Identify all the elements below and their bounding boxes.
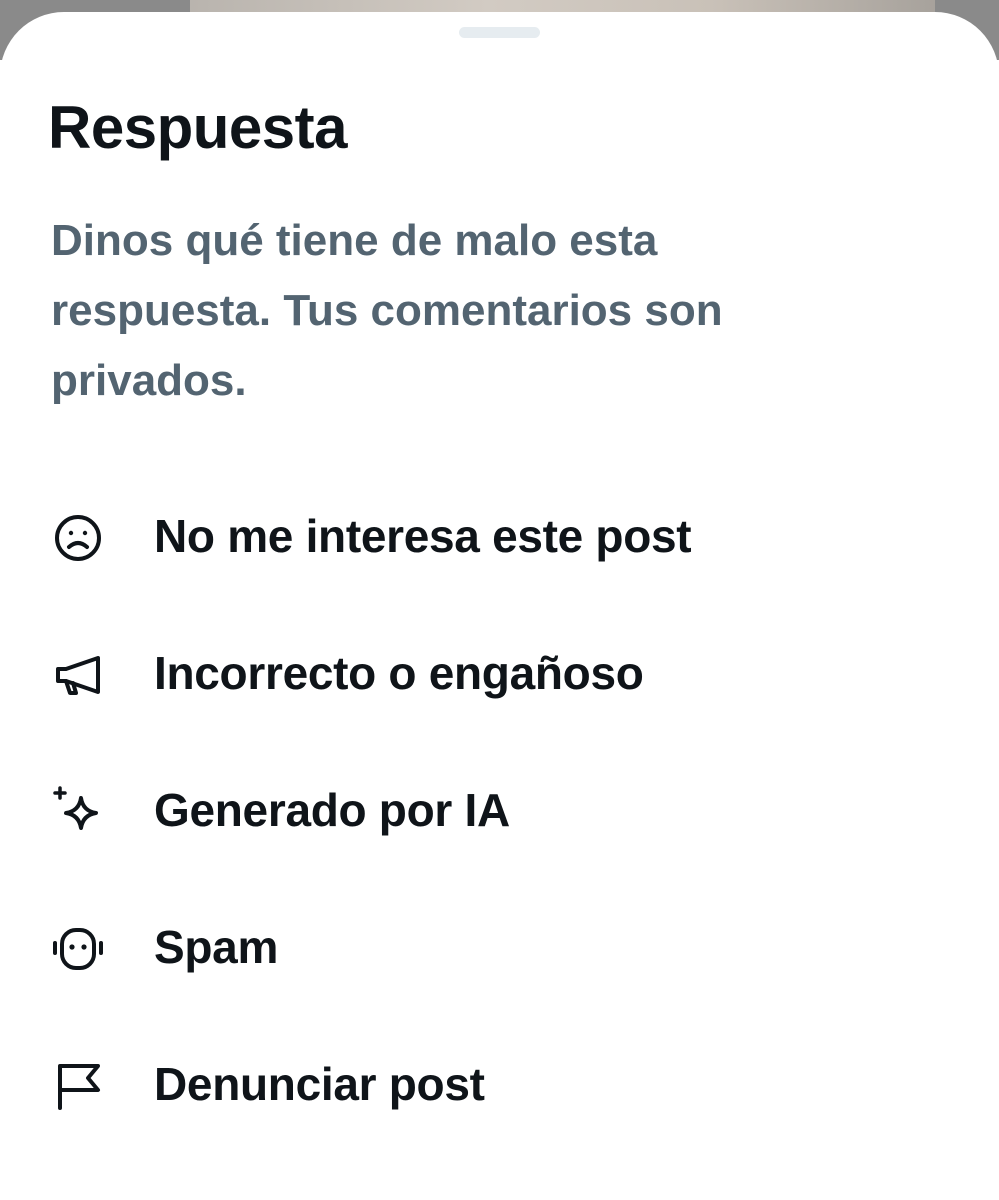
option-ai-generated[interactable]: Generado por IA	[0, 740, 999, 877]
sheet-title: Respuesta	[48, 94, 347, 161]
frown-face-icon	[50, 510, 106, 566]
flag-icon	[50, 1058, 106, 1114]
option-label: Denunciar post	[154, 1058, 485, 1110]
sheet-subtitle: Dinos qué tiene de malo esta respuesta. …	[51, 216, 723, 405]
option-not-interested[interactable]: No me interesa este post	[0, 466, 999, 603]
option-label: No me interesa este post	[154, 510, 692, 562]
sparkle-icon	[50, 784, 106, 840]
bottom-sheet: Respuesta Dinos qué tiene de malo esta r…	[0, 12, 999, 1200]
option-label: Incorrecto o engañoso	[154, 647, 644, 699]
option-report-post[interactable]: Denunciar post	[0, 1014, 999, 1151]
option-label: Generado por IA	[154, 784, 510, 836]
option-misleading[interactable]: Incorrecto o engañoso	[0, 603, 999, 740]
megaphone-icon	[50, 647, 106, 703]
robot-icon	[50, 921, 106, 977]
sheet-grabber-handle[interactable]	[459, 27, 540, 38]
option-spam[interactable]: Spam	[0, 877, 999, 1014]
option-label: Spam	[154, 921, 279, 973]
feedback-options-list: No me interesa este post Incorrecto o en…	[0, 466, 999, 1151]
